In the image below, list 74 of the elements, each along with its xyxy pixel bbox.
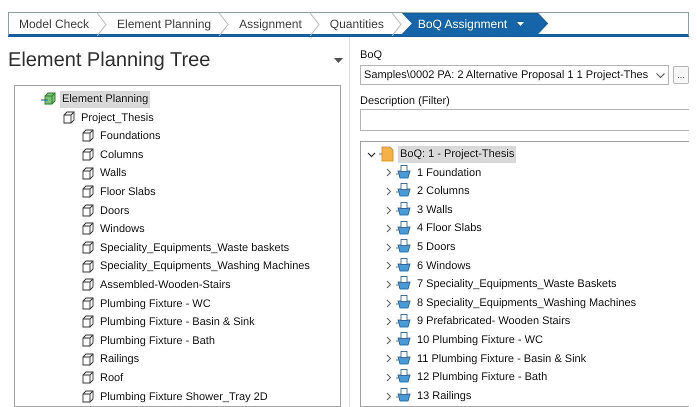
tree-item[interactable]: BoQ: 1 - Project-Thesis [398, 146, 516, 163]
chevron-right-icon[interactable] [384, 186, 393, 196]
tree-item[interactable]: Walls [98, 165, 128, 182]
breadcrumb-step[interactable]: BoQ Assignment [402, 13, 548, 34]
chevron-right-icon[interactable] [384, 298, 393, 308]
basket-icon [396, 295, 412, 312]
tree-item[interactable]: 3 Walls [415, 202, 455, 218]
chevron-right-icon[interactable] [384, 392, 393, 401]
chevron-separator-icon [310, 13, 320, 36]
basket-icon [396, 220, 412, 237]
tree-item[interactable]: Windows [98, 221, 147, 238]
browse-button[interactable]: ... [673, 66, 689, 84]
tree-item[interactable]: 7 Speciality_Equipments_Waste Baskets [415, 276, 619, 293]
tree-item[interactable]: 6 Windows [415, 258, 473, 274]
tree-item[interactable]: Doors [98, 202, 132, 220]
tree-item[interactable]: 1 Foundation [415, 164, 484, 182]
chevron-right-icon[interactable] [384, 280, 393, 289]
basket-icon [396, 164, 412, 181]
basket-icon [396, 239, 412, 256]
chevron-down-icon [656, 72, 665, 78]
chevron-right-icon[interactable] [384, 242, 393, 252]
basket-icon [396, 276, 412, 292]
chevron-right-icon[interactable] [384, 354, 393, 364]
basket-icon [396, 332, 412, 348]
tree-item[interactable]: Foundations [98, 128, 163, 145]
panel-title: Element Planning Tree [8, 48, 210, 73]
tree-item[interactable]: Speciality_Equipments_Washing Machines [98, 258, 312, 275]
field-label: BoQ [360, 48, 384, 61]
chevron-right-icon[interactable] [384, 206, 393, 215]
basket-icon [396, 350, 412, 367]
basket-icon [396, 388, 412, 404]
basket-icon [396, 369, 412, 386]
filter-field[interactable] [360, 109, 689, 131]
cube-icon [41, 92, 57, 106]
tree-item[interactable]: 5 Doors [415, 239, 458, 256]
tree-item[interactable]: Assembled-Wooden-Stairs [98, 276, 233, 294]
tree-item[interactable]: Plumbing Fixture - Basin & Sink [98, 314, 257, 331]
basket-icon [396, 202, 412, 218]
chevron-down-icon[interactable] [367, 150, 376, 159]
tree-item[interactable]: 4 Floor Slabs [415, 220, 484, 237]
tree-item[interactable]: 12 Plumbing Fixture - Bath [415, 369, 550, 386]
chevron-separator-icon [97, 13, 108, 36]
chevron-right-icon[interactable] [384, 168, 393, 178]
document-icon [379, 146, 395, 162]
chevron-separator-icon [392, 13, 402, 36]
tree-item[interactable]: 9 Prefabricated- Wooden Stairs [415, 313, 572, 330]
chevron-right-icon[interactable] [384, 336, 393, 345]
tree-item[interactable]: Element Planning [60, 91, 150, 108]
tree-item[interactable]: 13 Railings [415, 388, 474, 404]
field-label: Description (Filter) [360, 94, 451, 107]
tree-item[interactable]: Project_Thesis [79, 110, 156, 126]
basket-icon [396, 314, 412, 330]
tree-item[interactable]: Roof [98, 370, 126, 386]
chevron-right-icon[interactable] [384, 317, 393, 326]
tree-item[interactable]: Plumbing Fixture - Bath [98, 332, 217, 350]
chevron-right-icon[interactable] [384, 224, 393, 234]
tree-item[interactable]: 2 Columns [415, 183, 472, 200]
tree-item[interactable]: Columns [98, 146, 146, 164]
tree-item[interactable]: Plumbing Fixture - WC [98, 296, 213, 312]
tree-item[interactable]: Railings [98, 351, 142, 368]
tree-item[interactable]: Speciality_Equipments_Waste baskets [98, 240, 292, 256]
chevron-right-icon[interactable] [384, 261, 393, 270]
boq-dropdown[interactable]: Samples\0002 PA: 2 Alternative Proposal 1 1 Project-Thes [360, 65, 669, 85]
basket-icon [396, 183, 412, 200]
dropdown-icon[interactable] [334, 58, 343, 62]
tree-item[interactable]: Floor Slabs [98, 184, 158, 201]
tree-item[interactable]: 8 Speciality_Equipments_Washing Machines [415, 294, 638, 312]
basket-icon [396, 258, 412, 274]
dropdown-icon [517, 22, 524, 26]
chevron-separator-icon [219, 13, 230, 36]
tree-item[interactable]: 11 Plumbing Fixture - Basin & Sink [415, 350, 588, 368]
chevron-right-icon[interactable] [384, 372, 393, 382]
tree-item[interactable]: Plumbing Fixture Shower_Tray 2D [98, 388, 270, 406]
tree-item[interactable]: 10 Plumbing Fixture - WC [415, 332, 545, 348]
